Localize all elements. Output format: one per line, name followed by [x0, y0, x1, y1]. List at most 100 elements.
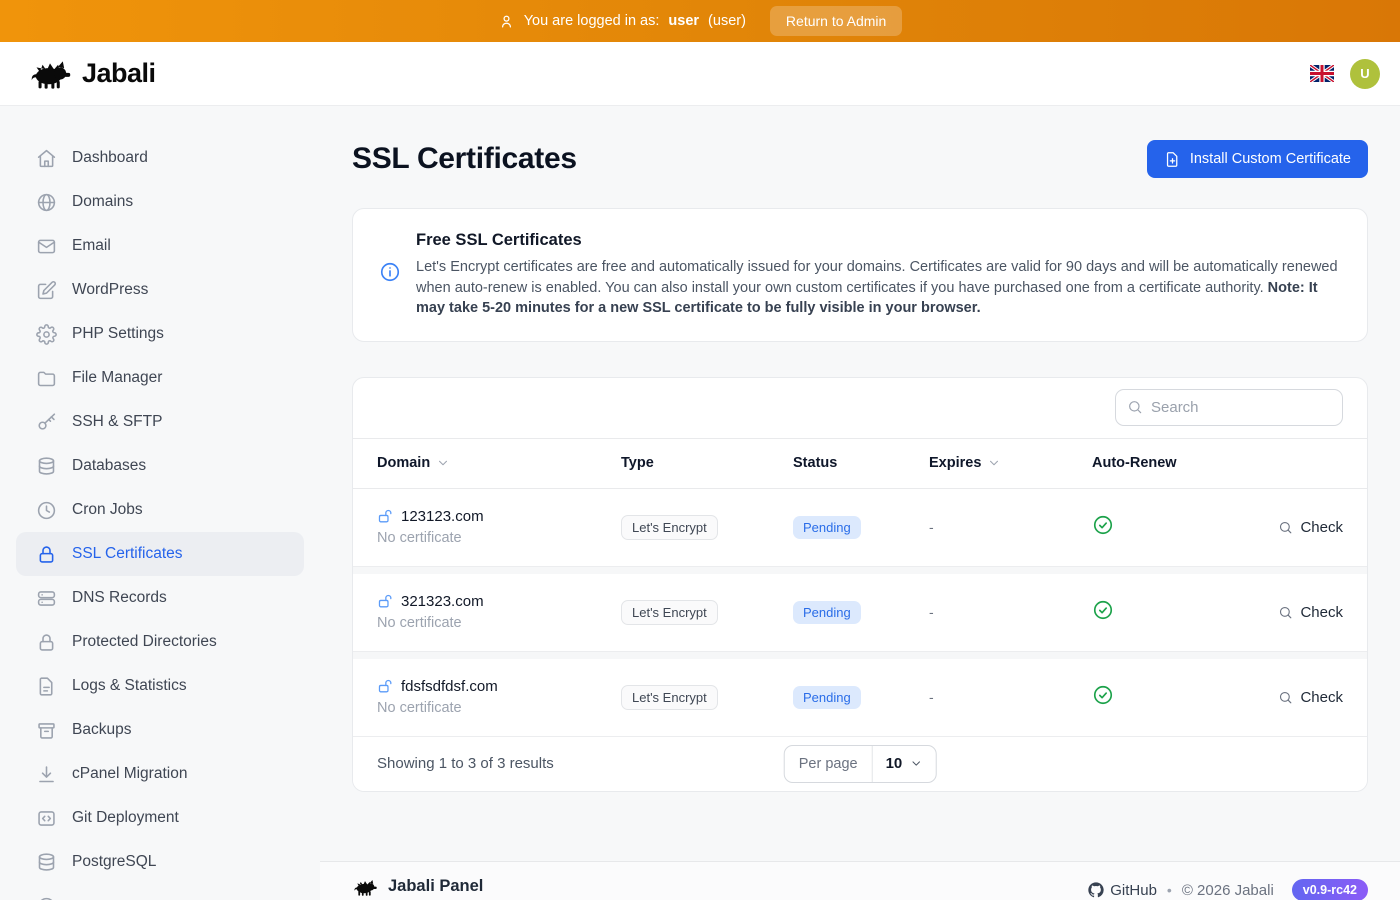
- code-icon: [36, 808, 57, 829]
- check-button[interactable]: Check: [1278, 689, 1343, 706]
- sidebar-item-label: Dashboard: [72, 149, 148, 167]
- per-page-select[interactable]: 10: [873, 746, 936, 782]
- footer-brand: Jabali Panel: [352, 877, 483, 896]
- github-icon: [1088, 882, 1104, 898]
- sidebar-item-label: SSH & SFTP: [72, 413, 162, 431]
- per-page-value: 10: [886, 755, 903, 772]
- logged-in-role: (user): [708, 13, 746, 29]
- app-window: You are logged in as: user (user) Return…: [0, 0, 1400, 900]
- column-header-status: Status: [793, 455, 929, 471]
- sidebar-item-protected-directories[interactable]: Protected Directories: [16, 620, 304, 664]
- sidebar-item-label: Cron Jobs: [72, 501, 143, 519]
- sidebar-item-php-settings[interactable]: PHP Settings: [16, 312, 304, 356]
- sidebar-item-dns-records[interactable]: DNS Records: [16, 576, 304, 620]
- edit-icon: [36, 280, 57, 301]
- type-badge: Let's Encrypt: [621, 600, 718, 625]
- info-body-text: Let's Encrypt certificates are free and …: [416, 259, 1338, 296]
- results-summary: Showing 1 to 3 of 3 results: [377, 755, 554, 772]
- per-page-control: Per page 10: [784, 745, 937, 783]
- sidebar-item-databases[interactable]: Databases: [16, 444, 304, 488]
- file-plus-icon: [1164, 151, 1181, 168]
- table-row: 123123.com No certificate Let's Encrypt …: [353, 489, 1367, 567]
- check-button[interactable]: Check: [1278, 604, 1343, 621]
- sidebar-item-postgresql[interactable]: PostgreSQL: [16, 840, 304, 884]
- lock-icon: [36, 632, 57, 653]
- sidebar-item-label: Git Deployment: [72, 809, 179, 827]
- table-row: fdsfsdfdsf.com No certificate Let's Encr…: [353, 659, 1367, 737]
- sidebar-item-label: Backups: [72, 721, 131, 739]
- avatar[interactable]: U: [1350, 59, 1380, 89]
- sidebar-item-logs-statistics[interactable]: Logs & Statistics: [16, 664, 304, 708]
- download-icon: [36, 764, 57, 785]
- check-circle-icon: [1092, 514, 1114, 536]
- chevron-down-icon: [436, 456, 450, 470]
- sidebar-item-git-deployment[interactable]: Git Deployment: [16, 796, 304, 840]
- sidebar-item-label: SSL Certificates: [72, 545, 183, 563]
- search-box: [1115, 389, 1343, 426]
- search-icon: [1278, 690, 1293, 705]
- unlock-icon: [377, 508, 394, 525]
- status-badge: Pending: [793, 516, 861, 539]
- sidebar-item-backups[interactable]: Backups: [16, 708, 304, 752]
- file-text-icon: [36, 676, 57, 697]
- brand-logo[interactable]: Jabali: [28, 58, 156, 89]
- return-to-admin-button[interactable]: Return to Admin: [770, 6, 902, 36]
- github-label: GitHub: [1110, 882, 1157, 899]
- archive-box-icon: [36, 720, 57, 741]
- sidebar-item-ssl-certificates[interactable]: SSL Certificates: [16, 532, 304, 576]
- sidebar-item-cpanel-migration[interactable]: cPanel Migration: [16, 752, 304, 796]
- column-header-auto-renew: Auto-Renew: [1092, 455, 1272, 471]
- sidebar-item-ssh-sftp[interactable]: SSH & SFTP: [16, 400, 304, 444]
- certificate-status: No certificate: [377, 530, 621, 546]
- sidebar-item-domains[interactable]: Domains: [16, 180, 304, 224]
- database-icon: [36, 852, 57, 873]
- github-link[interactable]: GitHub: [1088, 882, 1157, 899]
- expires-value: -: [929, 689, 1092, 705]
- brand-name: Jabali: [82, 58, 156, 89]
- status-badge: Pending: [793, 601, 861, 624]
- sidebar-item-label: PostgreSQL: [72, 853, 156, 871]
- main-content: SSL Certificates Install Custom Certific…: [320, 106, 1400, 861]
- column-header-type: Type: [621, 455, 793, 471]
- column-header-domain[interactable]: Domain: [377, 455, 621, 471]
- sidebar-item-email[interactable]: Email: [16, 224, 304, 268]
- search-icon: [1127, 399, 1143, 415]
- install-custom-certificate-button[interactable]: Install Custom Certificate: [1147, 140, 1368, 178]
- sidebar-item-cron-jobs[interactable]: Cron Jobs: [16, 488, 304, 532]
- check-label: Check: [1300, 519, 1343, 536]
- page-footer: Jabali Panel GitHub • © 2026 Jabali v0.9…: [320, 861, 1400, 900]
- app-header: Jabali U: [0, 42, 1400, 106]
- sidebar-item-label: WordPress: [72, 281, 148, 299]
- sidebar-item-wordpress[interactable]: WordPress: [16, 268, 304, 312]
- sidebar-item-dashboard[interactable]: Dashboard: [16, 136, 304, 180]
- column-header-expires[interactable]: Expires: [929, 455, 1092, 471]
- check-button[interactable]: Check: [1278, 519, 1343, 536]
- sidebar-item-file-manager[interactable]: File Manager: [16, 356, 304, 400]
- sidebar: Dashboard Domains Email WordPress PHP Se…: [0, 106, 320, 900]
- clock-icon: [36, 500, 57, 521]
- type-badge: Let's Encrypt: [621, 685, 718, 710]
- status-badge: Pending: [793, 686, 861, 709]
- domain-cell: 321323.com No certificate: [377, 593, 621, 631]
- search-input[interactable]: [1151, 399, 1331, 416]
- uk-flag-icon: [1310, 65, 1334, 82]
- sidebar-item-partial[interactable]: [16, 884, 304, 900]
- unlock-icon: [377, 593, 394, 610]
- search-icon: [1278, 520, 1293, 535]
- globe-icon: [36, 192, 57, 213]
- expires-value: -: [929, 604, 1092, 620]
- language-selector[interactable]: [1310, 64, 1336, 84]
- install-button-label: Install Custom Certificate: [1190, 151, 1351, 167]
- table-row: 321323.com No certificate Let's Encrypt …: [353, 574, 1367, 652]
- sidebar-item-label: DNS Records: [72, 589, 167, 607]
- server-icon: [36, 588, 57, 609]
- gear-icon: [36, 324, 57, 345]
- impersonation-banner: You are logged in as: user (user) Return…: [0, 0, 1400, 42]
- domain-name: 123123.com: [401, 508, 484, 525]
- circle-icon: [36, 896, 57, 900]
- per-page-label: Per page: [785, 746, 873, 782]
- sidebar-item-label: Databases: [72, 457, 146, 475]
- expires-value: -: [929, 519, 1092, 535]
- footer-separator: •: [1167, 882, 1172, 898]
- sidebar-item-label: PHP Settings: [72, 325, 164, 343]
